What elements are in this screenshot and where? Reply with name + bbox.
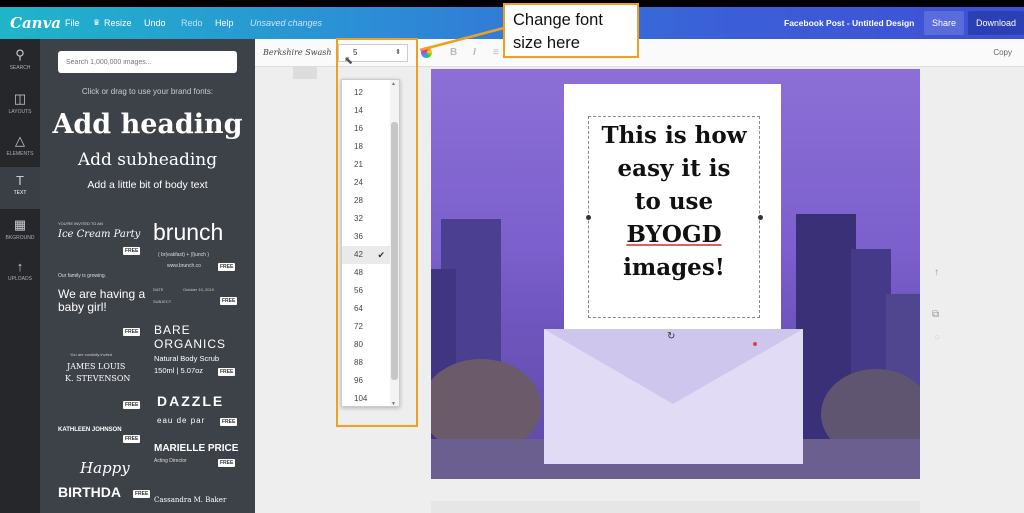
template-ice-cream-pre: YOU'RE INVITED TO AN [58, 221, 103, 226]
free-badge: FREE [220, 418, 238, 426]
next-page-strip [431, 501, 920, 513]
template-brunch-sub: ( br(eakfast) + (l)unch ) [158, 252, 209, 258]
font-family-selector[interactable]: Berkshire Swash [263, 48, 332, 57]
template-marielle-sub: Acting Director [154, 458, 187, 464]
elements-icon: △ [15, 133, 25, 148]
free-badge: FREE [220, 297, 238, 305]
letter-line-1: This is how [601, 122, 747, 149]
image-search-input[interactable] [58, 51, 237, 73]
menu-file[interactable]: File [65, 18, 80, 28]
menu-help[interactable]: Help [215, 18, 234, 28]
template-happy[interactable]: Happy [80, 459, 130, 477]
rotate-icon[interactable]: ↻ [667, 331, 675, 342]
template-date-value: October 10, 2019 [183, 287, 214, 292]
red-dot [753, 342, 757, 346]
rail-layouts[interactable]: ◫ LAYOUTS [0, 85, 40, 127]
template-birthday[interactable]: BIRTHDA [58, 484, 121, 500]
download-button[interactable]: Download [968, 11, 1024, 35]
uploads-icon: ↑ [16, 259, 24, 274]
rail-elements[interactable]: △ ELEMENTS [0, 127, 40, 169]
mouse-cursor-icon: ⬉ [344, 55, 354, 67]
rail-elements-label: ELEMENTS [6, 151, 34, 157]
background-icon: ▦ [13, 217, 27, 232]
add-heading-button[interactable]: Add heading [40, 109, 255, 140]
design-canvas[interactable]: This is how easy it is to use BYOGD imag… [431, 69, 920, 479]
delete-page-icon[interactable]: ○ [934, 332, 940, 343]
free-badge: FREE [123, 435, 141, 443]
template-family-growing: Our family is growing. [58, 273, 107, 279]
template-brunch[interactable]: brunch [153, 219, 223, 246]
rail-text[interactable]: T TEXT [0, 167, 40, 209]
letter-line-3: to use [634, 188, 714, 215]
template-scrub-size: 150ml | 5.07oz [154, 366, 204, 375]
copy-button[interactable]: Copy [993, 48, 1012, 57]
menu-undo[interactable]: Undo [144, 18, 166, 28]
free-badge: FREE [123, 328, 141, 336]
rail-uploads-label: UPLOADS [8, 276, 32, 282]
letter-line-2: easy it is [617, 155, 731, 182]
move-up-icon[interactable]: ↑ [934, 267, 939, 278]
rail-search-label: SEARCH [9, 65, 31, 71]
text-icon: T [16, 173, 24, 188]
template-honored: You are cordially invited [70, 352, 113, 357]
template-cassandra[interactable]: Cassandra M. Baker [154, 496, 226, 504]
text-panel: Click or drag to use your brand fonts: A… [40, 39, 255, 513]
canva-logo[interactable]: Canva [10, 14, 61, 32]
rail-search[interactable]: ⚲ SEARCH [0, 41, 40, 83]
share-button[interactable]: Share [924, 11, 965, 35]
free-badge: FREE [133, 490, 151, 498]
letter-line-4: BYOGD [626, 221, 722, 248]
brand-fonts-hint: Click or drag to use your brand fonts: [81, 87, 214, 96]
template-subject-label: SUBJECT [153, 299, 172, 304]
rail-text-label: TEXT [13, 190, 27, 196]
add-subheading-button[interactable]: Add subheading [40, 150, 255, 170]
free-badge: FREE [218, 459, 236, 467]
template-kathleen[interactable]: KATHLEEN JOHNSON [58, 427, 122, 433]
callout-box: Change font size here [503, 3, 639, 58]
template-organics[interactable]: ORGANICS [154, 337, 226, 351]
template-eau-de-par: eau de par [157, 416, 206, 425]
menu-redo[interactable]: Redo [181, 18, 203, 28]
free-badge: FREE [123, 401, 141, 409]
template-james[interactable]: JAMES LOUIS [67, 362, 125, 371]
menu-resize[interactable]: Resize [104, 18, 132, 28]
side-icon-rail: ⚲ SEARCH ◫ LAYOUTS △ ELEMENTS T TEXT ▦ B… [0, 39, 40, 513]
layouts-icon: ◫ [13, 91, 27, 106]
callout-connector [419, 26, 505, 52]
free-badge: FREE [218, 263, 236, 271]
free-badge: FREE [218, 368, 236, 376]
template-date-label: DATE [153, 287, 164, 292]
rail-layouts-label: LAYOUTS [8, 109, 32, 115]
letter-line-5: images! [623, 254, 725, 281]
rail-background-label: BKGROUND [5, 235, 35, 241]
duplicate-page-icon[interactable]: ⧉ [932, 309, 939, 320]
rail-background[interactable]: ▦ BKGROUND [0, 211, 40, 253]
rail-uploads[interactable]: ↑ UPLOADS [0, 253, 40, 295]
template-bare[interactable]: BARE [154, 323, 191, 337]
template-baby-girl[interactable]: We are having a baby girl! [58, 288, 148, 314]
design-title[interactable]: Facebook Post - Untitled Design [784, 18, 914, 28]
template-marielle[interactable]: MARIELLE PRICE [154, 443, 238, 454]
free-badge: FREE [123, 247, 141, 255]
template-scrub: Natural Body Scrub [154, 354, 220, 363]
canva-editor: Canva File ♛ Resize Undo Redo Help Unsav… [0, 0, 1024, 513]
search-icon: ⚲ [15, 47, 25, 62]
unsaved-status: Unsaved changes [250, 18, 323, 28]
add-body-text-button[interactable]: Add a little bit of body text [40, 179, 255, 191]
page-thumbnail[interactable] [293, 67, 317, 79]
template-ice-cream[interactable]: Ice Cream Party [58, 229, 140, 240]
template-stevenson[interactable]: K. STEVENSON [65, 374, 130, 383]
font-size-highlight-box [336, 38, 418, 427]
template-dazzle[interactable]: DAZZLE [157, 393, 224, 409]
letter-text[interactable]: This is how easy it is to use BYOGD imag… [588, 119, 760, 284]
template-brunch-url: www.brunch.co [167, 263, 201, 269]
crown-icon: ♛ [93, 18, 101, 27]
